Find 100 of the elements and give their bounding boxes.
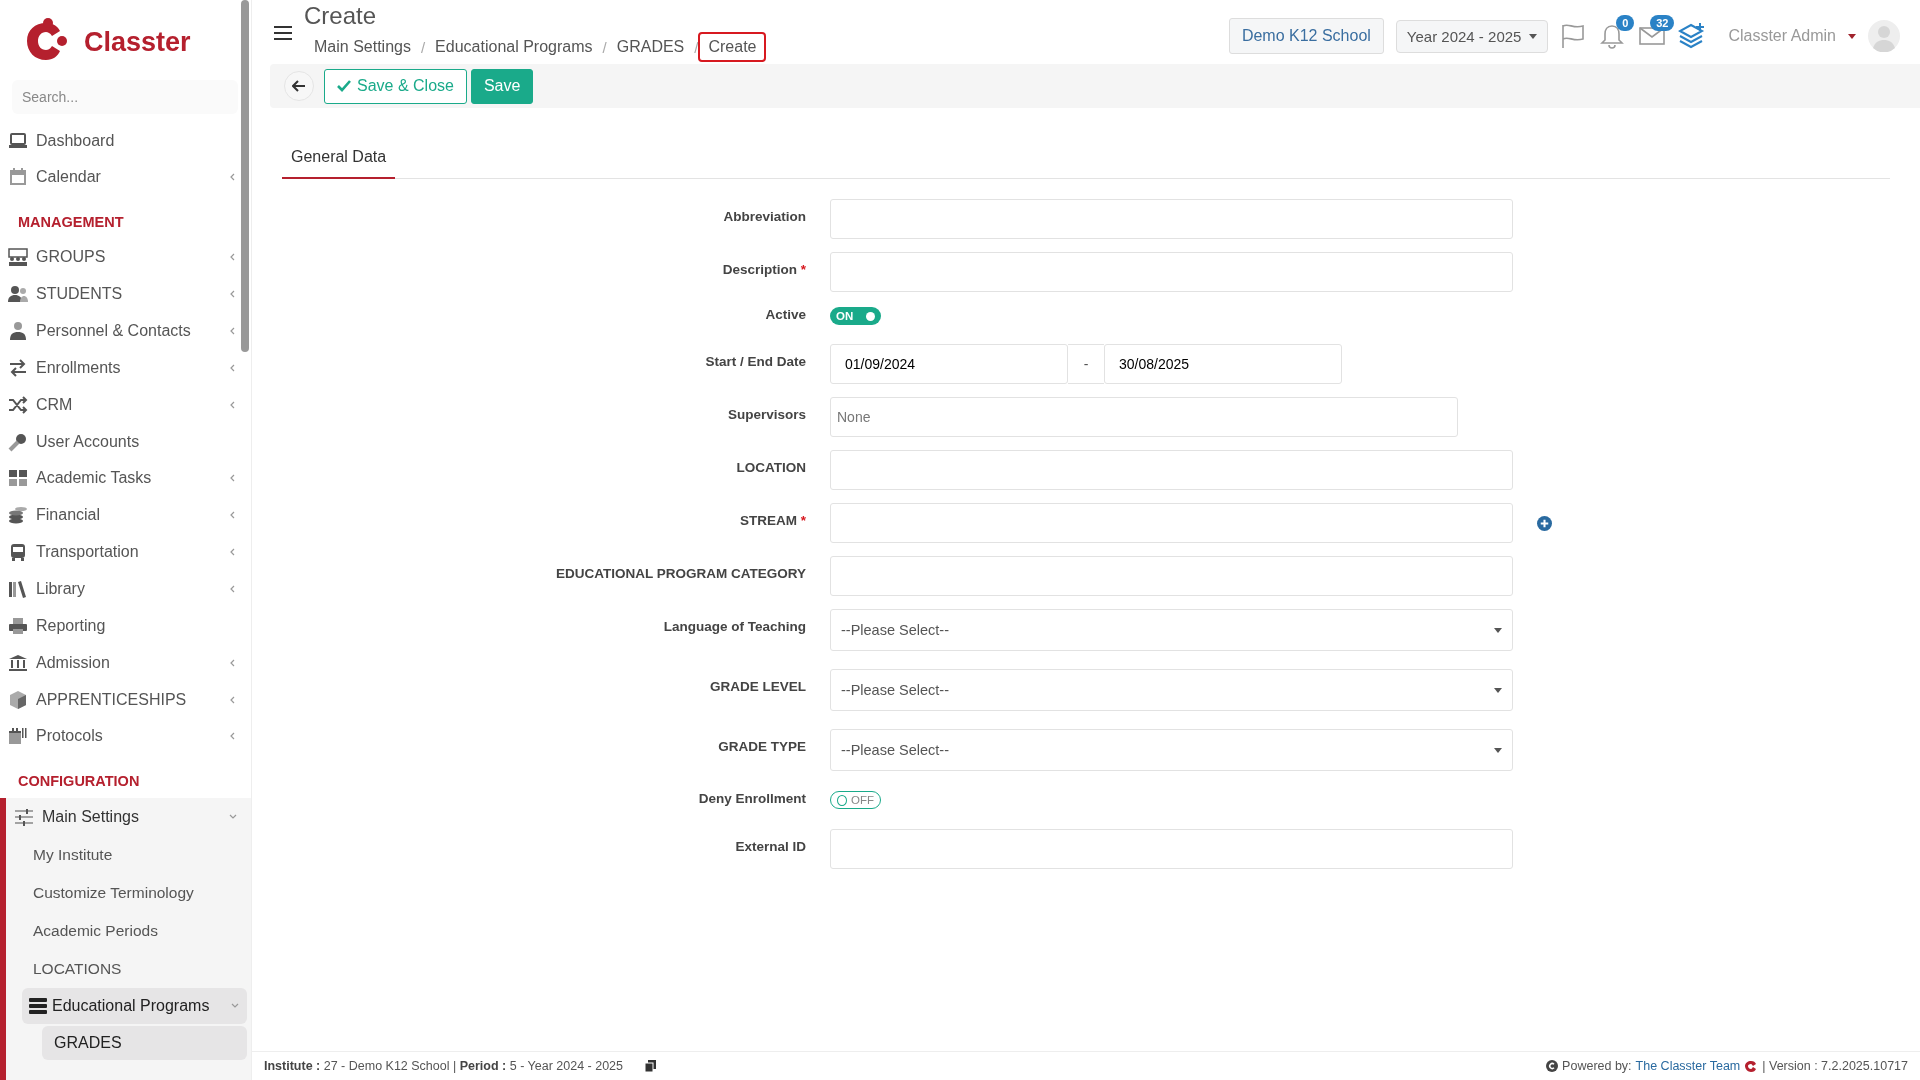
- sidebar-item[interactable]: Transportation: [0, 533, 251, 571]
- section-heading: MANAGEMENT: [17, 212, 125, 232]
- section-heading: CONFIGURATION: [17, 771, 141, 791]
- sidebar-item[interactable]: Calendar: [0, 159, 251, 196]
- books-icon: [8, 579, 28, 600]
- coins-icon: [8, 505, 28, 526]
- people-icon: [8, 247, 28, 268]
- input-field[interactable]: [830, 503, 1513, 543]
- field-label: Supervisors: [726, 406, 806, 422]
- sidebar-item[interactable]: Academic Tasks: [0, 460, 251, 497]
- flag-icon[interactable]: [1560, 23, 1587, 49]
- chevron-left-icon: [229, 732, 237, 741]
- breadcrumb-separator: /: [694, 38, 699, 56]
- message-badge: 32: [1650, 15, 1675, 31]
- layers-plus-icon[interactable]: [1678, 22, 1707, 50]
- input-field[interactable]: [830, 199, 1513, 239]
- year-dropdown[interactable]: Year 2024 - 2025: [1395, 19, 1549, 53]
- server-icon: [28, 995, 48, 1016]
- sidebar-item[interactable]: Academic Periods: [6, 911, 251, 950]
- logo-icon: [1744, 1059, 1759, 1073]
- sidebar-item[interactable]: LOCATIONS: [6, 949, 251, 988]
- search-field[interactable]: Search...: [12, 80, 238, 115]
- bank-icon: [8, 652, 28, 673]
- field-label: GRADE TYPE: [717, 738, 806, 754]
- users-icon: [8, 284, 28, 305]
- chevron-left-icon: [229, 400, 237, 409]
- logo-text: Classter: [84, 26, 191, 58]
- input-field[interactable]: None: [830, 397, 1458, 437]
- school-button[interactable]: Demo K12 School: [1228, 18, 1384, 54]
- sliders-icon: [14, 806, 34, 827]
- caret-icon: [1494, 687, 1502, 693]
- field-label: EDUCATIONAL PROGRAM CATEGORY: [555, 565, 806, 581]
- copy-icon[interactable]: [645, 1060, 656, 1072]
- breadcrumb-link[interactable]: Main Settings: [304, 32, 421, 62]
- sidebar-item[interactable]: Reporting: [0, 607, 251, 645]
- caret-icon: [1494, 747, 1502, 753]
- team-link[interactable]: The Classter Team: [1635, 1059, 1741, 1073]
- sidebar-item[interactable]: GRADES: [42, 1025, 247, 1060]
- chevron-down-icon: [229, 812, 237, 821]
- caret-icon[interactable]: [1848, 33, 1856, 39]
- chevron-left-icon: [229, 474, 237, 483]
- sidebar-item[interactable]: Protocols: [0, 718, 251, 755]
- dropdown[interactable]: --Please Select--: [830, 729, 1513, 771]
- field-label: Description *: [721, 261, 806, 277]
- field-label: External ID: [734, 837, 806, 854]
- avatar-icon[interactable]: [1868, 20, 1900, 52]
- chevron-left-icon: [229, 253, 237, 262]
- calendar-icon: [8, 167, 28, 188]
- field-label: Active: [764, 306, 806, 322]
- sidebar-item[interactable]: APPRENTICESHIPS: [0, 681, 251, 719]
- sidebar-item[interactable]: GROUPS: [0, 238, 251, 276]
- input-field[interactable]: [830, 556, 1513, 596]
- sidebar-item[interactable]: Personnel & Contacts: [0, 312, 251, 350]
- chevron-left-icon: [229, 585, 237, 594]
- chevron-left-icon: [229, 511, 237, 520]
- sidebar-item[interactable]: Customize Terminology: [6, 873, 251, 912]
- sidebar-item[interactable]: Enrollments: [0, 349, 251, 387]
- sidebar-item[interactable]: My Institute: [6, 835, 251, 874]
- input-field[interactable]: [830, 828, 1513, 869]
- date-field[interactable]: 30/08/2025: [1104, 344, 1342, 384]
- breadcrumb-link[interactable]: Educational Programs: [425, 32, 603, 62]
- menu-icon[interactable]: [274, 26, 292, 40]
- back-button[interactable]: [284, 71, 314, 101]
- date-field[interactable]: 01/09/2024: [830, 344, 1068, 384]
- chevron-down-icon: [231, 1001, 239, 1010]
- chevron-left-icon: [229, 173, 237, 182]
- sidebar-item[interactable]: Financial: [0, 496, 251, 534]
- chevron-left-icon: [229, 658, 237, 667]
- tab[interactable]: General Data: [282, 138, 396, 179]
- dropdown[interactable]: --Please Select--: [830, 669, 1513, 711]
- field-label: Abbreviation: [722, 208, 806, 224]
- arrows-icon: [8, 357, 28, 378]
- field-label: LOCATION: [735, 459, 806, 475]
- sidebar-item[interactable]: STUDENTS: [0, 275, 251, 313]
- shuffle-icon: [8, 394, 28, 415]
- chevron-left-icon: [229, 548, 237, 557]
- field-label: GRADE LEVEL: [709, 678, 806, 694]
- scrollbar-thumb[interactable]: [241, 0, 249, 352]
- dropdown[interactable]: --Please Select--: [830, 609, 1513, 651]
- sidebar-item[interactable]: User Accounts: [0, 423, 251, 461]
- sidebar-item[interactable]: Educational Programs: [22, 987, 247, 1024]
- input-field[interactable]: [830, 252, 1513, 292]
- breadcrumb-link[interactable]: Create: [698, 32, 767, 62]
- breadcrumb-separator: /: [602, 38, 607, 56]
- field-label: Start / End Date: [704, 353, 806, 369]
- sidebar-item[interactable]: Admission: [0, 644, 251, 682]
- breadcrumb-separator: /: [420, 38, 426, 56]
- sidebar-item[interactable]: Library: [0, 570, 251, 608]
- add-icon[interactable]: [1537, 516, 1552, 531]
- copyright-icon: [1546, 1060, 1559, 1072]
- input-field[interactable]: [830, 450, 1513, 490]
- breadcrumb-link[interactable]: GRADES: [606, 32, 695, 62]
- sidebar-item[interactable]: Main Settings: [6, 797, 251, 836]
- laptop-icon: [8, 130, 28, 151]
- printer-icon: [8, 615, 28, 636]
- sidebar-item[interactable]: CRM: [0, 386, 251, 424]
- sidebar-item[interactable]: Dashboard: [0, 122, 251, 159]
- chevron-left-icon: [229, 363, 237, 372]
- chevron-left-icon: [229, 695, 237, 704]
- caret-icon: [1529, 33, 1538, 39]
